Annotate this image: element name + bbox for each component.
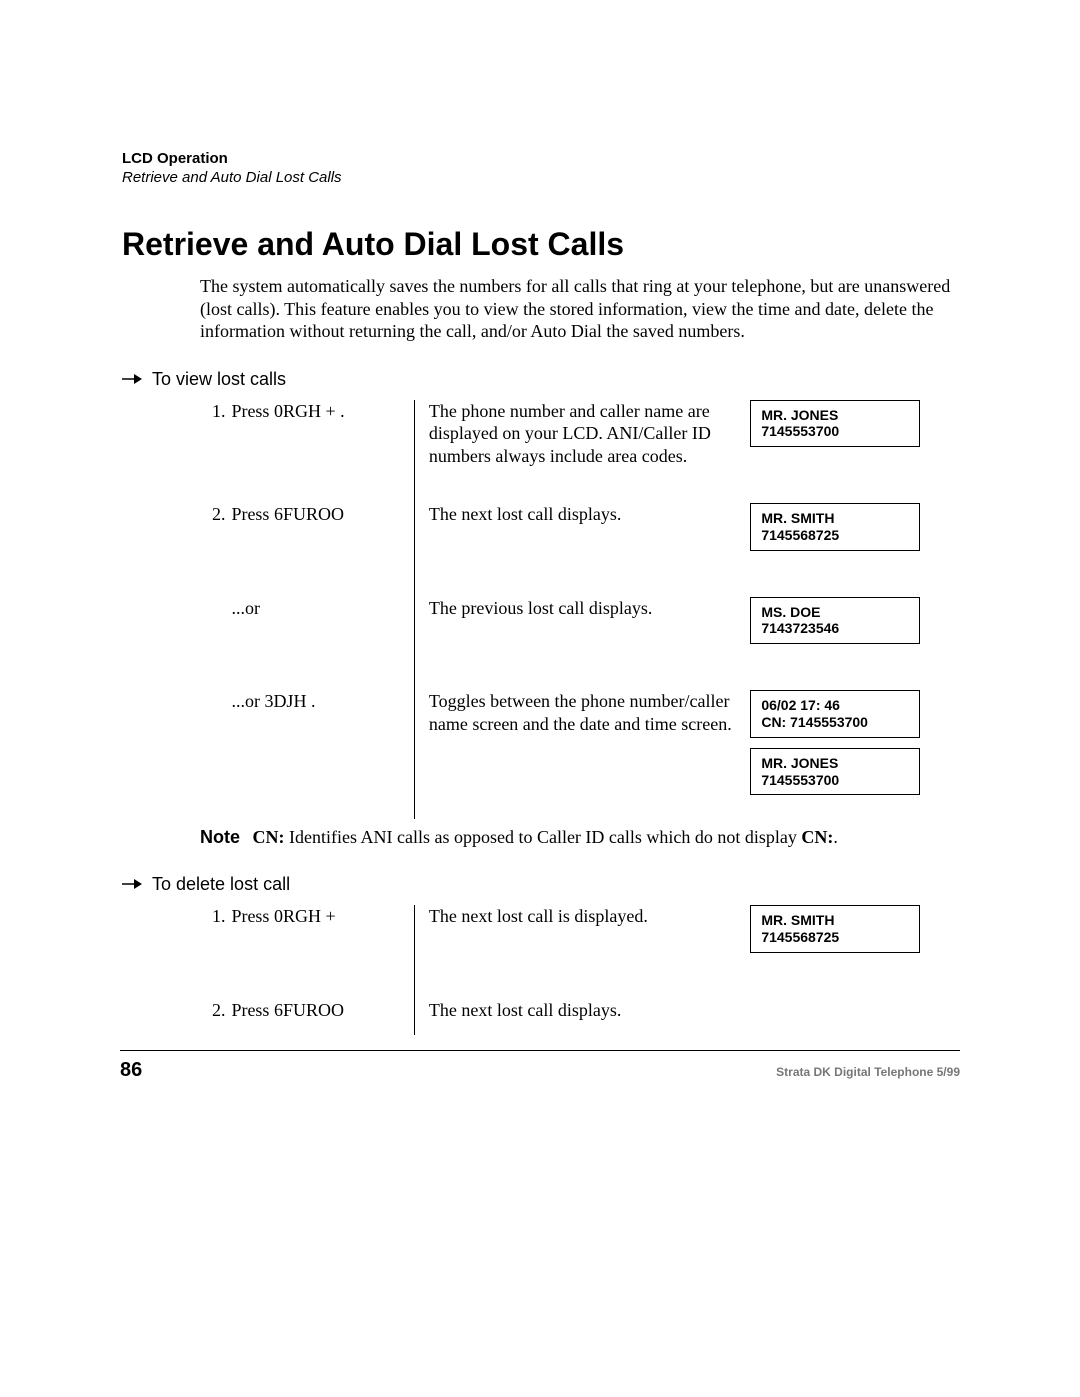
footer-right: Strata DK Digital Telephone 5/99 [776,1065,960,1079]
steps-table-delete: 1. Press 0RGH + The next lost call is di… [200,905,960,1035]
step-number: 1. [200,400,231,504]
step-action: Press 6FUROO [231,503,414,597]
subhead-delete-lost-call: To delete lost call [122,874,962,895]
arrow-icon [122,369,144,390]
table-row: ...or The previous lost call displays. M… [200,597,960,691]
note-label: Note [200,827,248,848]
step-number: 1. [200,905,231,999]
lcd-cell: MR. JONES 7145553700 [750,400,960,504]
lcd-display: MS. DOE 7143723546 [750,597,920,645]
lcd-line-2: 7143723546 [761,620,909,637]
header-section: Retrieve and Auto Dial Lost Calls [122,169,962,186]
lcd-display: MR. SMITH 7145568725 [750,503,920,551]
lcd-cell: MR. SMITH 7145568725 [750,503,960,597]
step-action: ...or 3DJH . [231,690,414,819]
step-number: 2. [200,503,231,597]
lcd-line-1: MR. JONES [761,407,909,424]
lcd-line-1: MR. SMITH [761,510,909,527]
step-action: Press 0RGH + [231,905,414,999]
lcd-line-1: MR. JONES [761,755,909,772]
page-footer: 86 Strata DK Digital Telephone 5/99 [120,1050,960,1082]
lcd-line-1: MR. SMITH [761,912,909,929]
lcd-display: MR. JONES 7145553700 [750,400,920,448]
note-cn2: CN: [801,827,833,847]
intro-paragraph: The system automatically saves the numbe… [200,275,962,343]
step-action: ...or [231,597,414,691]
steps-table-view: 1. Press 0RGH + . The phone number and c… [200,400,960,820]
step-action: Press 0RGH + . [231,400,414,504]
note: Note CN: Identifies ANI calls as opposed… [200,827,962,848]
lcd-line-2: 7145553700 [761,772,909,789]
table-row: 2. Press 6FUROO The next lost call displ… [200,999,960,1036]
note-body: Identifies ANI calls as opposed to Calle… [285,827,802,847]
step-description: Toggles between the phone number/caller … [414,690,750,819]
lcd-cell [750,999,960,1036]
subhead-text: To view lost calls [152,369,286,390]
lcd-cell: 06/02 17: 46 CN: 7145553700 MR. JONES 71… [750,690,960,819]
step-description: The phone number and caller name are dis… [414,400,750,504]
page-number: 86 [120,1059,142,1082]
lcd-line-2: 7145553700 [761,423,909,440]
step-action: Press 6FUROO [231,999,414,1036]
arrow-icon [122,874,144,895]
lcd-line-1: 06/02 17: 46 [761,697,909,714]
lcd-line-2: 7145568725 [761,929,909,946]
lcd-display: MR. JONES 7145553700 [750,748,920,796]
lcd-line-2: CN: 7145553700 [761,714,909,731]
lcd-display: MR. SMITH 7145568725 [750,905,920,953]
step-number: 2. [200,999,231,1036]
table-row: 1. Press 0RGH + The next lost call is di… [200,905,960,999]
step-description: The next lost call displays. [414,999,750,1036]
lcd-display: 06/02 17: 46 CN: 7145553700 [750,690,920,738]
note-cn1: CN: [253,827,285,847]
step-number [200,690,231,819]
step-description: The previous lost call displays. [414,597,750,691]
lcd-cell: MR. SMITH 7145568725 [750,905,960,999]
lcd-line-2: 7145568725 [761,527,909,544]
lcd-cell: MS. DOE 7143723546 [750,597,960,691]
lcd-line-1: MS. DOE [761,604,909,621]
page-title: Retrieve and Auto Dial Lost Calls [122,226,962,263]
page: LCD Operation Retrieve and Auto Dial Los… [0,0,1080,1397]
step-number [200,597,231,691]
step-description: The next lost call is displayed. [414,905,750,999]
table-row: 2. Press 6FUROO The next lost call displ… [200,503,960,597]
table-row: ...or 3DJH . Toggles between the phone n… [200,690,960,819]
subhead-view-lost-calls: To view lost calls [122,369,962,390]
step-description: The next lost call displays. [414,503,750,597]
subhead-text: To delete lost call [152,874,290,895]
table-row: 1. Press 0RGH + . The phone number and c… [200,400,960,504]
header-chapter: LCD Operation [122,150,962,167]
